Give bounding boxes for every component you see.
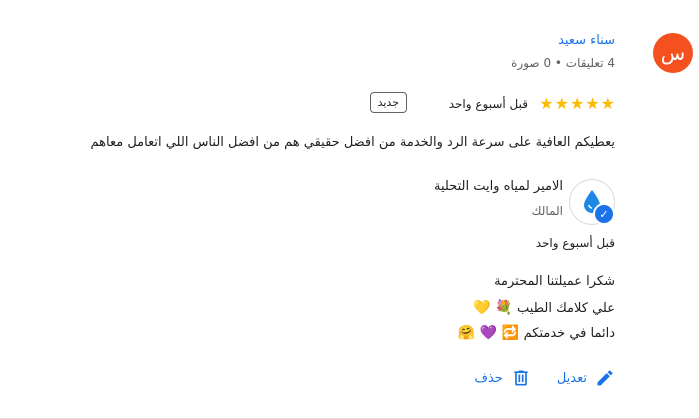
purple-heart-emoji-icon: 💜 bbox=[479, 325, 498, 341]
review-time: قبل أسبوع واحد bbox=[448, 97, 528, 111]
reviewer-meta: 4 تعليقات • 0 صورة bbox=[511, 56, 615, 70]
delete-button[interactable]: حذف bbox=[474, 368, 530, 388]
delete-label: حذف bbox=[474, 370, 503, 386]
reply-time: قبل أسبوع واحد bbox=[535, 236, 615, 250]
reply-actions: تعديل حذف bbox=[474, 368, 615, 388]
reply-text: شكرا عميلتنا المحترمة bbox=[494, 274, 615, 289]
edit-label: تعديل bbox=[556, 370, 587, 386]
hugging-face-emoji-icon: 🤗 bbox=[457, 325, 476, 341]
star-rating: ★ ★ ★ ★ ★ bbox=[538, 96, 615, 112]
review-text: يعطيكم العافية على سرعة الرد والخدمة من … bbox=[90, 135, 615, 150]
yellow-heart-emoji-icon: 💛 bbox=[473, 300, 491, 316]
reply-text: دائما في خدمتكم bbox=[523, 325, 615, 341]
owner-name: الامير لمياه وايت التحلية bbox=[433, 179, 563, 194]
bouquet-emoji-icon: 💐 bbox=[495, 300, 513, 316]
reviewer-name[interactable]: سناء سعيد bbox=[558, 33, 615, 48]
pencil-icon bbox=[597, 370, 613, 386]
star-icon: ★ bbox=[554, 94, 569, 113]
review-card: س سناء سعيد 4 تعليقات • 0 صورة ★ ★ ★ ★ ★… bbox=[0, 0, 699, 419]
reviewer-avatar[interactable]: س bbox=[653, 33, 693, 73]
star-icon: ★ bbox=[569, 94, 585, 113]
trash-icon bbox=[514, 370, 528, 386]
reply-line: دائما في خدمتكم 🔁 💜 🤗 bbox=[458, 324, 615, 342]
verified-check-icon: ✓ bbox=[593, 203, 615, 225]
owner-role: المالك bbox=[531, 204, 563, 218]
star-icon: ★ bbox=[585, 94, 600, 113]
star-icon: ★ bbox=[539, 94, 554, 113]
star-icon: ★ bbox=[600, 94, 615, 113]
reply-line: شكرا عميلتنا المحترمة bbox=[494, 274, 615, 289]
new-badge: جديد bbox=[369, 92, 407, 113]
reply-text: علي كلامك الطيب bbox=[517, 300, 615, 316]
repeat-emoji-icon: 🔁 bbox=[501, 325, 520, 341]
avatar-letter: س bbox=[660, 41, 686, 65]
edit-button[interactable]: تعديل bbox=[557, 368, 615, 388]
reply-line: علي كلامك الطيب 💐 💛 bbox=[473, 299, 615, 317]
